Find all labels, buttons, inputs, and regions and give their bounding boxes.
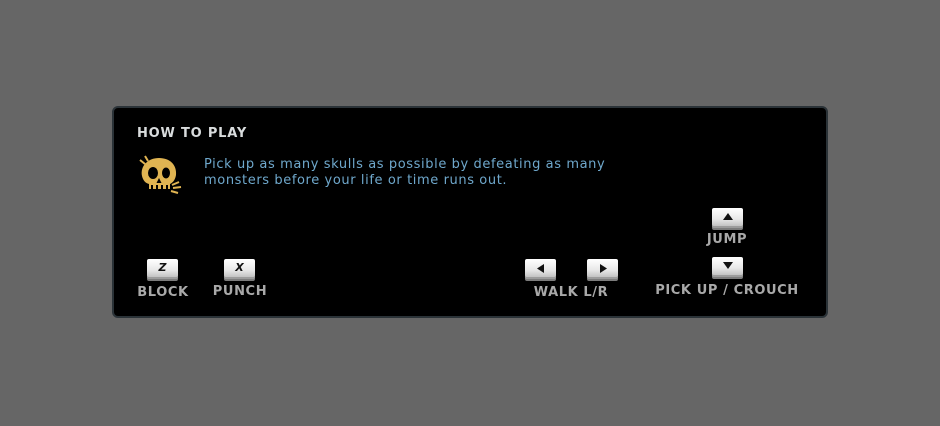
up-arrow-key (712, 208, 743, 228)
block-label: BLOCK (137, 285, 189, 300)
walk-label: WALK L/R (533, 285, 609, 300)
right-arrow-icon (599, 264, 607, 273)
how-to-play-description: Pick up as many skulls as possible by de… (204, 157, 606, 188)
down-arrow-icon (722, 262, 733, 269)
punch-label: PUNCH (212, 284, 268, 299)
crouch-label: PICK UP / CROUCH (655, 283, 799, 298)
left-arrow-key (525, 259, 556, 279)
how-to-play-panel: HOW TO PLAY Pick up as many skulls as po… (112, 106, 828, 318)
left-arrow-icon (536, 264, 544, 273)
up-arrow-icon (722, 213, 733, 220)
z-key: Z (147, 259, 178, 279)
skull-icon (137, 154, 185, 194)
panel-title: HOW TO PLAY (137, 126, 248, 141)
right-arrow-key (587, 259, 618, 279)
jump-label: JUMP (706, 232, 748, 247)
x-key: X (224, 259, 255, 279)
down-arrow-key (712, 257, 743, 277)
